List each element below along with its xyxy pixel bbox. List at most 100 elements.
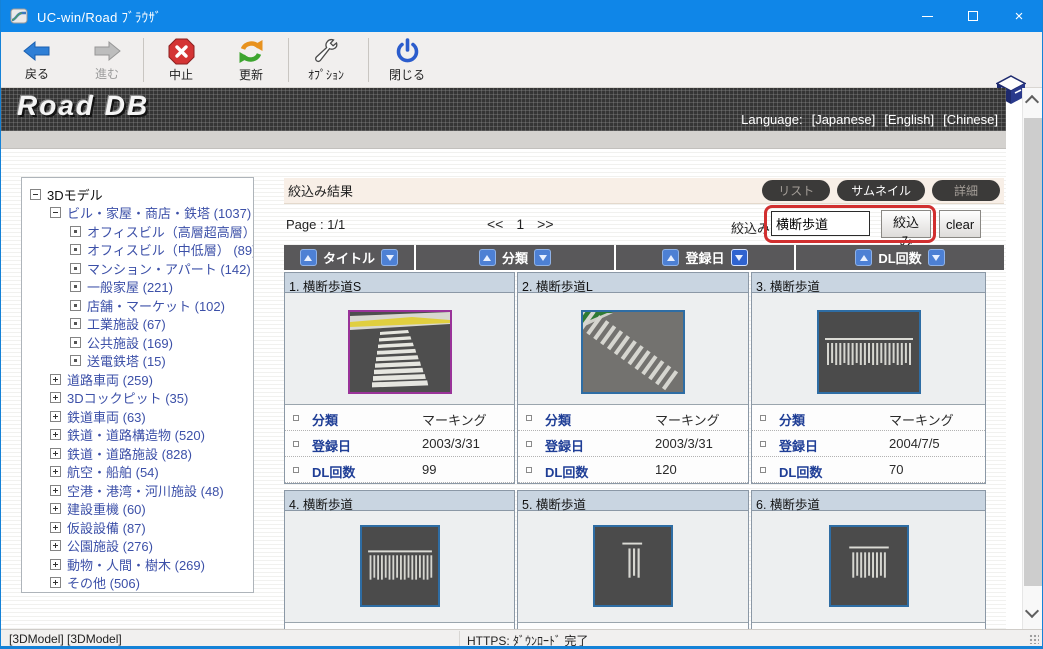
- collapse-icon[interactable]: [30, 189, 41, 200]
- card-title[interactable]: 2. 横断歩道L: [518, 273, 748, 293]
- refresh-button[interactable]: 更新: [223, 35, 279, 85]
- prev-page-button[interactable]: <<: [487, 216, 503, 232]
- detail-value: マーキング: [655, 410, 720, 429]
- sort-desc-button[interactable]: [381, 249, 398, 266]
- tree-item-label[interactable]: 公共施設 (169): [87, 333, 173, 352]
- tree-item-label[interactable]: 航空・船舶 (54): [67, 462, 159, 481]
- language-link[interactable]: [English]: [884, 112, 934, 127]
- model-thumbnail[interactable]: [360, 525, 440, 607]
- expand-icon[interactable]: [50, 577, 61, 588]
- sort-asc-button[interactable]: [300, 249, 317, 266]
- expand-icon[interactable]: [50, 374, 61, 385]
- model-thumbnail[interactable]: [581, 310, 685, 394]
- tree-item-label[interactable]: 公園施設 (276): [67, 536, 153, 555]
- scroll-up-icon[interactable]: [1025, 95, 1039, 109]
- tree-item-label[interactable]: 鉄道・道路構造物 (520): [67, 425, 205, 444]
- sort-asc-button[interactable]: [855, 249, 872, 266]
- card-title[interactable]: 5. 横断歩道: [518, 491, 748, 511]
- detail-value: 70: [889, 462, 903, 477]
- sort-desc-button[interactable]: [731, 249, 748, 266]
- expand-icon[interactable]: [50, 522, 61, 533]
- scrollbar-thumb[interactable]: [1024, 118, 1042, 586]
- close-window-button[interactable]: ×: [996, 0, 1042, 32]
- tree-item-label[interactable]: 仮設設備 (87): [67, 518, 146, 537]
- view-mode-button[interactable]: 詳細: [932, 180, 1000, 201]
- model-thumbnail[interactable]: [829, 525, 909, 607]
- bullet-icon: [293, 441, 299, 447]
- expand-icon[interactable]: [50, 466, 61, 477]
- model-thumbnail[interactable]: [817, 310, 921, 394]
- column-header: 分類: [416, 245, 614, 270]
- filter-apply-button[interactable]: 絞込み: [881, 210, 931, 238]
- result-card: 6. 横断歩道分類マーキング: [751, 490, 986, 629]
- stop-button[interactable]: 中止: [153, 35, 209, 85]
- leaf-box-icon: [70, 263, 81, 274]
- expand-icon[interactable]: [50, 448, 61, 459]
- maximize-button[interactable]: [950, 0, 996, 32]
- column-header-bar: タイトル分類登録日DL回数: [284, 245, 1004, 270]
- tree-item-label[interactable]: その他 (506): [67, 573, 140, 592]
- vertical-scrollbar[interactable]: [1022, 88, 1042, 629]
- card-title[interactable]: 3. 横断歩道: [752, 273, 985, 293]
- sort-desc-button[interactable]: [928, 249, 945, 266]
- language-link[interactable]: [Chinese]: [943, 112, 998, 127]
- language-link[interactable]: [Japanese]: [812, 112, 876, 127]
- expand-icon[interactable]: [50, 503, 61, 514]
- sort-asc-button[interactable]: [479, 249, 496, 266]
- tree-item-label[interactable]: オフィスビル（中低層） (89): [87, 240, 254, 259]
- back-arrow-icon: [22, 38, 52, 64]
- tree-item-label[interactable]: 工業施設 (67): [87, 314, 166, 333]
- bullet-icon: [760, 415, 766, 421]
- tree-item-label[interactable]: 店舗・マーケット (102): [87, 296, 225, 315]
- tree-item-label[interactable]: 動物・人間・樹木 (269): [67, 555, 205, 574]
- expand-icon[interactable]: [50, 559, 61, 570]
- bullet-icon: [293, 415, 299, 421]
- options-button[interactable]: ｵﾌﾟｼｮﾝ: [298, 35, 354, 85]
- tree-item-label[interactable]: オフィスビル（高層超高層） (232): [87, 222, 254, 241]
- detail-value: 2003/3/31: [422, 436, 480, 451]
- tree-item-label[interactable]: 3Dモデル: [47, 185, 103, 204]
- tree-item-label[interactable]: 道路車両 (259): [67, 370, 153, 389]
- view-mode-buttons: リストサムネイル詳細: [762, 180, 1000, 201]
- expand-icon[interactable]: [50, 485, 61, 496]
- view-mode-active-button[interactable]: サムネイル: [837, 180, 925, 201]
- collapse-icon[interactable]: [50, 207, 61, 218]
- detail-value: マーキング: [889, 410, 954, 429]
- scroll-down-icon[interactable]: [1025, 604, 1039, 618]
- back-button[interactable]: 戻る: [9, 35, 65, 85]
- next-page-button[interactable]: >>: [537, 216, 553, 232]
- sort-asc-button[interactable]: [662, 249, 679, 266]
- card-title[interactable]: 1. 横断歩道S: [285, 273, 514, 293]
- detail-label: DL回数: [312, 462, 355, 481]
- arrow-up-icon: [667, 255, 675, 261]
- tree-item-label[interactable]: 空港・港湾・河川施設 (48): [67, 481, 224, 500]
- filter-clear-button[interactable]: clear: [939, 210, 981, 238]
- tree-item-label[interactable]: マンション・アパート (142): [87, 259, 251, 278]
- tree-item-label[interactable]: 3Dコックピット (35): [67, 388, 188, 407]
- wrench-icon: [312, 38, 340, 65]
- tree-item-label[interactable]: 建設重機 (60): [67, 499, 146, 518]
- tree-item-label[interactable]: 鉄道・道路施設 (828): [67, 444, 192, 463]
- tree-item-label[interactable]: 送電鉄塔 (15): [87, 351, 166, 370]
- tree-item-label[interactable]: 鉄道車両 (63): [67, 407, 146, 426]
- result-card: 3. 横断歩道分類マーキング登録日2004/7/5DL回数70: [751, 272, 986, 484]
- model-thumbnail[interactable]: [593, 525, 673, 607]
- tree-item-label[interactable]: 一般家屋 (221): [87, 277, 173, 296]
- resize-grip-icon[interactable]: [1029, 634, 1039, 644]
- model-thumbnail[interactable]: [348, 310, 452, 394]
- expand-icon[interactable]: [50, 392, 61, 403]
- filter-input[interactable]: [771, 211, 870, 236]
- expand-icon[interactable]: [50, 429, 61, 440]
- close-browser-button[interactable]: 閉じる: [379, 35, 435, 85]
- expand-icon[interactable]: [50, 411, 61, 422]
- card-title[interactable]: 4. 横断歩道: [285, 491, 514, 511]
- sort-desc-button[interactable]: [534, 249, 551, 266]
- page-indicator: Page : 1/1: [286, 217, 345, 232]
- card-title[interactable]: 6. 横断歩道: [752, 491, 985, 511]
- forward-button[interactable]: 進む: [79, 35, 135, 85]
- minimize-button[interactable]: [904, 0, 950, 32]
- view-mode-button[interactable]: リスト: [762, 180, 830, 201]
- tree-item-label[interactable]: ビル・家屋・商店・鉄塔 (1037): [67, 203, 251, 222]
- leaf-box-icon: [70, 300, 81, 311]
- expand-icon[interactable]: [50, 540, 61, 551]
